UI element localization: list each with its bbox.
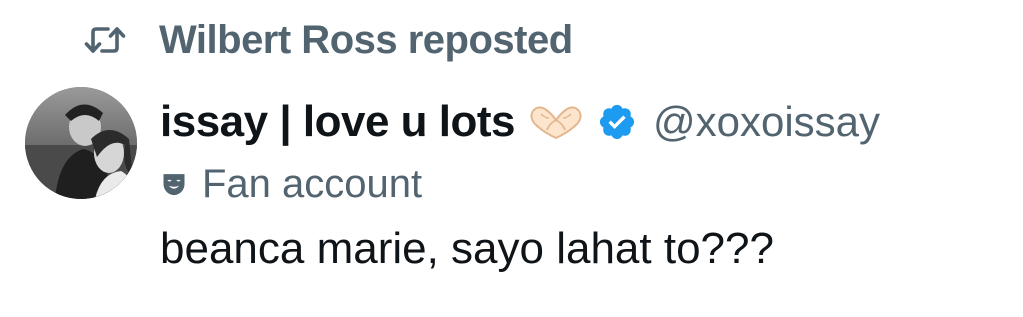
display-name[interactable]: issay | love u lots xyxy=(160,97,515,147)
handle[interactable]: @xoxoissay xyxy=(653,98,880,146)
avatar[interactable] xyxy=(25,87,137,199)
repost-icon xyxy=(84,22,126,58)
heart-hands-icon xyxy=(527,100,585,144)
author-row: issay | love u lots @xoxoissay xyxy=(160,92,1015,152)
account-label-text: Fan account xyxy=(202,161,423,206)
theater-mask-icon xyxy=(160,170,188,198)
repost-header: Wilbert Ross reposted xyxy=(84,14,573,66)
tweet-text: beanca marie, sayo lahat to??? xyxy=(160,224,774,273)
account-label: Fan account xyxy=(160,158,1015,210)
repost-text[interactable]: Wilbert Ross reposted xyxy=(159,18,573,63)
tweet-content: issay | love u lots @xoxoissay Fan accou… xyxy=(160,92,1015,274)
verified-badge-icon[interactable] xyxy=(597,102,637,142)
repost-tweet[interactable]: Wilbert Ross reposted issay | love u lot… xyxy=(0,0,1023,317)
